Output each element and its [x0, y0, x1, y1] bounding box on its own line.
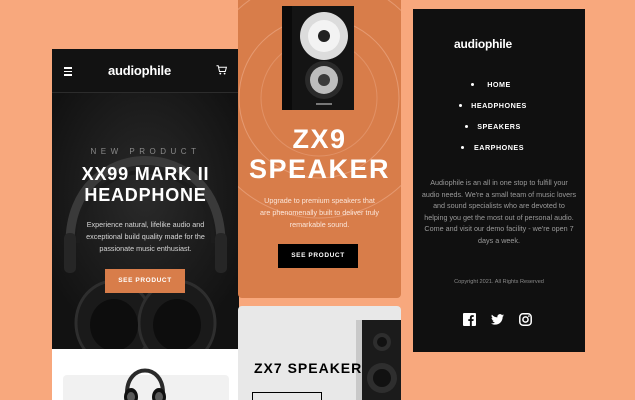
bullet-icon — [471, 83, 474, 86]
top-nav: audiophile — [52, 49, 239, 93]
cart-icon[interactable] — [216, 65, 227, 75]
headphones-thumbnail-image — [124, 368, 166, 400]
hero-title-line1: XX99 MARK II — [81, 164, 210, 184]
footer-nav-label: SPEAKERS — [477, 122, 521, 131]
zx9-speaker-card: ZX9 SPEAKER Upgrade to premium speakers … — [238, 0, 401, 298]
footer-nav-label: EARPHONES — [473, 143, 525, 152]
twitter-icon[interactable] — [491, 313, 504, 326]
footer-nav-headphones[interactable]: HEADPHONES — [413, 100, 585, 121]
bullet-icon — [459, 104, 462, 107]
hero-section: audiophile NEW PRODUCT XX99 MARK II HEAD… — [52, 49, 239, 349]
zx9-see-product-button[interactable]: SEE PRODUCT — [278, 244, 358, 268]
logo[interactable]: audiophile — [108, 63, 171, 78]
mobile-home-preview: audiophile NEW PRODUCT XX99 MARK II HEAD… — [52, 49, 239, 400]
zx7-see-product-button[interactable] — [252, 392, 322, 400]
footer-nav-label: HEADPHONES — [471, 101, 527, 110]
zx9-speaker-image — [282, 6, 354, 110]
footer-nav: HOME HEADPHONES SPEAKERS EARPHONES — [413, 79, 585, 163]
footer-copyright: Copyright 2021. All Rights Reserved — [454, 279, 544, 285]
zx9-description: Upgrade to premium speakers that are phe… — [259, 196, 380, 229]
new-product-overline: NEW PRODUCT — [90, 147, 201, 156]
zx7-speaker-image — [356, 320, 401, 400]
social-links — [463, 313, 535, 327]
hero-title: XX99 MARK II HEADPHONE — [52, 164, 239, 206]
zx9-title-line1: ZX9 — [292, 124, 347, 154]
footer-nav-speakers[interactable]: SPEAKERS — [413, 121, 585, 142]
footer-nav-earphones[interactable]: EARPHONES — [413, 142, 585, 163]
bullet-icon — [461, 146, 464, 149]
footer-about-text: Audiophile is an all in one stop to fulf… — [421, 178, 577, 245]
zx9-title: ZX9 SPEAKER — [238, 124, 401, 184]
hamburger-menu-icon[interactable] — [64, 67, 72, 76]
footer-nav-label: HOME — [487, 80, 511, 89]
zx7-speaker-card: ZX7 SPEAKER — [238, 306, 401, 400]
hero-description: Experience natural, lifelike audio and e… — [86, 220, 205, 253]
bullet-icon — [465, 125, 468, 128]
see-product-button[interactable]: SEE PRODUCT — [105, 269, 185, 293]
footer-logo[interactable]: audiophile — [454, 37, 512, 51]
footer-nav-home[interactable]: HOME — [413, 79, 585, 100]
zx7-title: ZX7 SPEAKER — [254, 360, 363, 376]
facebook-icon[interactable] — [463, 313, 476, 326]
mobile-footer-preview: audiophile HOME HEADPHONES SPEAKERS EARP… — [413, 9, 585, 352]
instagram-icon[interactable] — [519, 313, 532, 326]
hero-title-line2: HEADPHONE — [84, 185, 207, 205]
zx9-title-line2: SPEAKER — [248, 154, 391, 184]
